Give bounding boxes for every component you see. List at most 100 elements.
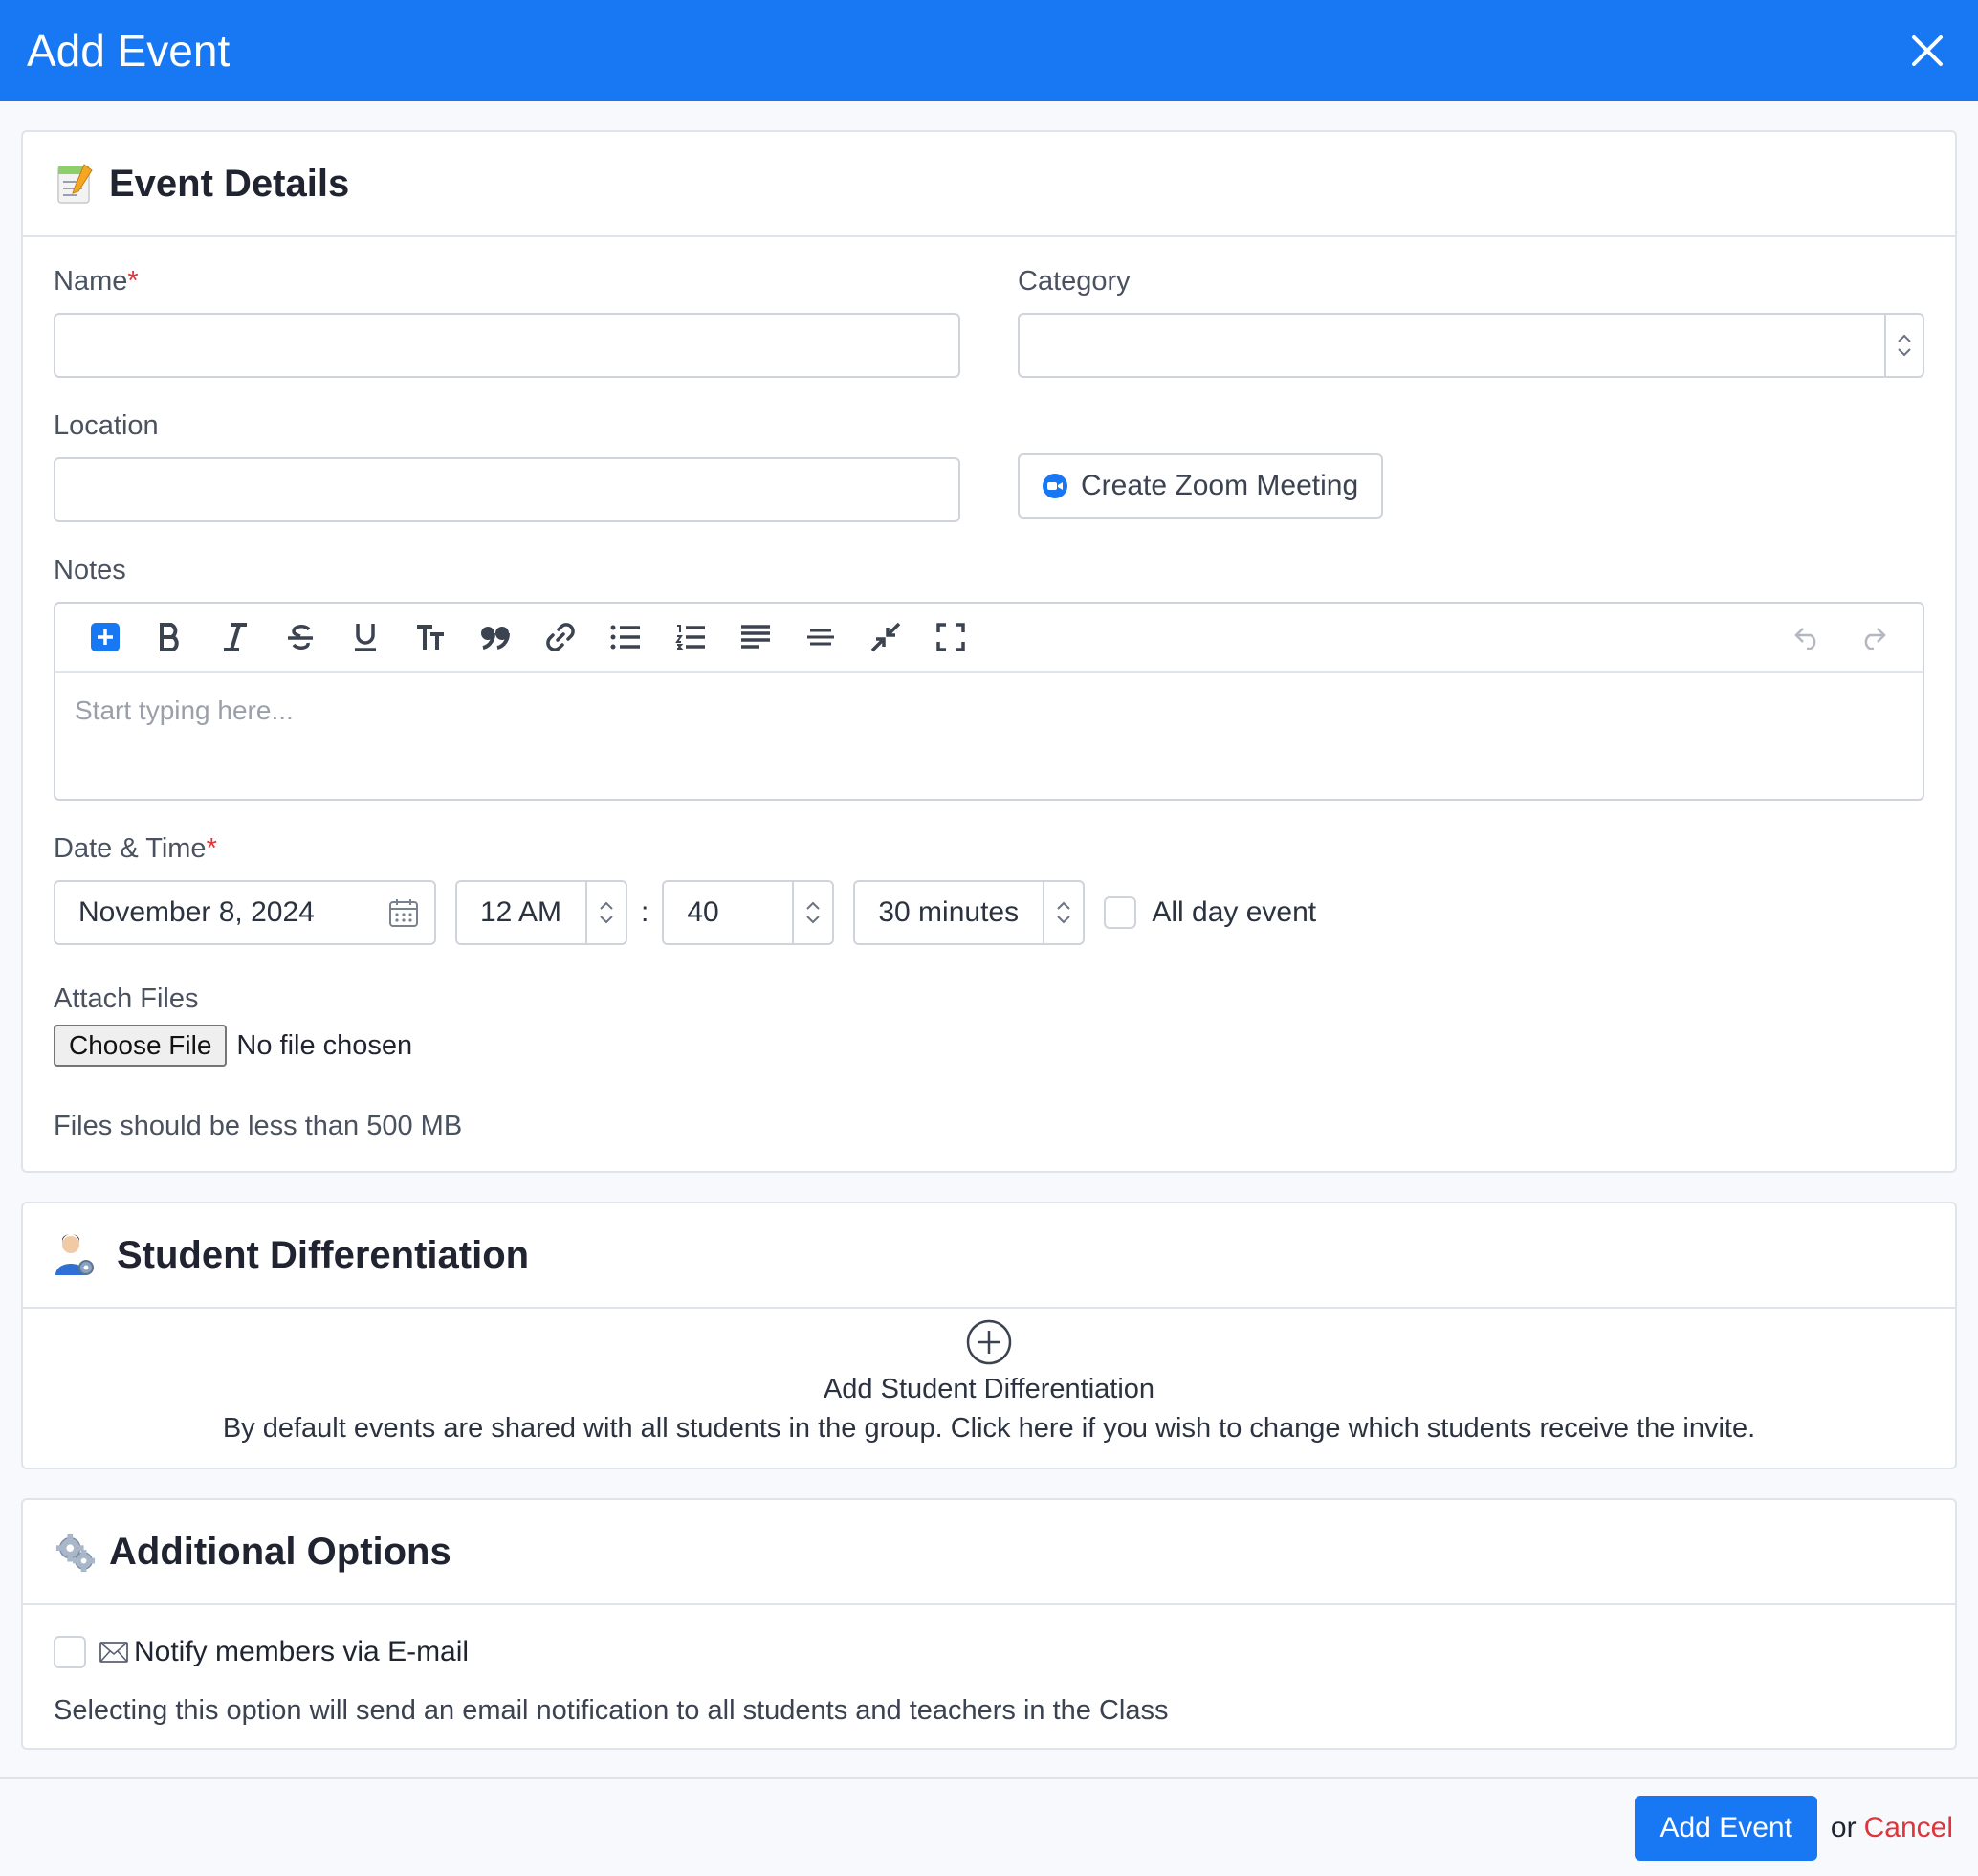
required-mark: *	[206, 833, 217, 864]
align-left-icon	[741, 625, 770, 649]
text-size-button[interactable]	[398, 610, 463, 664]
or-text: or	[1830, 1811, 1857, 1843]
student-differentiation-header: Student Differentiation	[23, 1203, 1955, 1309]
hour-arrows[interactable]	[585, 882, 626, 943]
numbered-list-button[interactable]	[658, 610, 723, 664]
notes-editor: Start typing here...	[54, 602, 1924, 801]
notify-email-option: Notify members via E-mail	[54, 1636, 1924, 1668]
add-student-differentiation-title: Add Student Differentiation	[823, 1374, 1155, 1404]
all-day-option: All day event	[1104, 896, 1316, 929]
all-day-checkbox[interactable]	[1104, 896, 1137, 929]
notify-email-label: Notify members via E-mail	[134, 1636, 470, 1667]
memo-icon	[54, 163, 96, 205]
underline-icon	[355, 624, 376, 651]
zoom-icon	[1043, 474, 1067, 498]
underline-button[interactable]	[333, 610, 398, 664]
redo-button[interactable]	[1840, 610, 1905, 664]
undo-button[interactable]	[1775, 610, 1840, 664]
bold-button[interactable]	[138, 610, 203, 664]
bullet-list-button[interactable]	[593, 610, 658, 664]
chevron-updown-icon	[806, 901, 821, 924]
close-icon	[1912, 35, 1943, 66]
add-event-button[interactable]: Add Event	[1635, 1795, 1817, 1861]
gears-icon	[54, 1531, 96, 1573]
add-student-differentiation[interactable]: Add Student Differentiation By default e…	[23, 1309, 1955, 1468]
chevron-updown-icon	[1057, 901, 1071, 924]
numbered-list-icon	[675, 625, 705, 650]
event-details-header: Event Details	[23, 132, 1955, 237]
duration-arrows[interactable]	[1043, 882, 1083, 943]
collapse-arrows-icon	[870, 622, 901, 652]
strikethrough-button[interactable]	[268, 610, 333, 664]
duration-select[interactable]: 30 minutes	[853, 880, 1086, 945]
notes-editor-area[interactable]: Start typing here...	[55, 673, 1923, 799]
category-select-arrows[interactable]	[1884, 315, 1923, 376]
align-button[interactable]	[723, 610, 788, 664]
modal-title: Add Event	[27, 26, 231, 76]
name-label: Name*	[54, 266, 139, 297]
notify-email-hint: Selecting this option will send an email…	[54, 1695, 1169, 1726]
file-size-hint: Files should be less than 500 MB	[54, 1111, 463, 1141]
datetime-label: Date & Time*	[54, 833, 217, 864]
required-mark: *	[127, 266, 139, 297]
minute-select[interactable]: 40	[662, 880, 835, 945]
add-circle-icon	[966, 1319, 1012, 1365]
location-label: Location	[54, 410, 159, 441]
notify-email-checkbox[interactable]	[54, 1636, 86, 1668]
date-picker[interactable]: November 8, 2024	[54, 880, 436, 945]
horizontal-rule-icon	[807, 629, 834, 646]
duration-value: 30 minutes	[878, 896, 1020, 928]
italic-button[interactable]	[203, 610, 268, 664]
attach-files-label: Attach Files	[54, 983, 199, 1014]
fullscreen-icon	[936, 623, 965, 651]
strikethrough-icon	[288, 625, 313, 650]
minute-value: 40	[687, 896, 719, 928]
redo-icon	[1864, 628, 1886, 650]
create-zoom-meeting-button[interactable]: Create Zoom Meeting	[1018, 453, 1384, 519]
insert-button[interactable]	[73, 610, 138, 664]
file-status: No file chosen	[236, 1029, 413, 1061]
undo-icon	[1794, 628, 1816, 650]
link-icon	[546, 623, 575, 651]
horizontal-rule-button[interactable]	[788, 610, 853, 664]
minute-arrows[interactable]	[792, 882, 832, 943]
modal-header: Add Event	[0, 0, 1978, 101]
file-input: Choose File No file chosen	[54, 1025, 1924, 1067]
modal-body: Event Details Name* Category Location Cr…	[0, 101, 1978, 1750]
modal-footer: Add Event or Cancel	[0, 1777, 1978, 1876]
text-size-icon	[417, 625, 444, 650]
bold-icon	[160, 623, 179, 651]
choose-file-button[interactable]: Choose File	[54, 1025, 228, 1067]
collapse-button[interactable]	[853, 610, 918, 664]
event-details-card: Event Details Name* Category Location Cr…	[21, 130, 1957, 1173]
italic-icon	[224, 623, 247, 651]
date-value: November 8, 2024	[78, 896, 315, 928]
all-day-label: All day event	[1152, 896, 1317, 928]
notes-label: Notes	[54, 555, 126, 585]
student-differentiation-description: By default events are shared with all st…	[222, 1413, 1756, 1444]
editor-toolbar	[55, 604, 1923, 673]
additional-options-title: Additional Options	[109, 1530, 451, 1573]
quote-icon	[481, 627, 510, 650]
link-button[interactable]	[528, 610, 593, 664]
chevron-updown-icon	[600, 901, 613, 924]
chevron-updown-icon	[1898, 334, 1911, 357]
event-details-title: Event Details	[109, 162, 350, 205]
student-settings-icon	[54, 1234, 96, 1276]
plus-square-icon	[91, 623, 120, 651]
category-select[interactable]	[1018, 313, 1924, 378]
envelope-icon	[99, 1642, 128, 1663]
fullscreen-button[interactable]	[918, 610, 983, 664]
additional-options-header: Additional Options	[23, 1500, 1955, 1605]
calendar-icon	[389, 899, 418, 927]
close-button[interactable]	[1903, 27, 1951, 75]
student-differentiation-title: Student Differentiation	[117, 1233, 530, 1276]
hour-value: 12 AM	[480, 896, 562, 928]
quote-button[interactable]	[463, 610, 528, 664]
name-input[interactable]	[54, 313, 960, 378]
hour-select[interactable]: 12 AM	[455, 880, 627, 945]
datetime-row: November 8, 2024 12 AM : 40 30 minutes A…	[54, 880, 1924, 945]
category-label: Category	[1018, 266, 1131, 297]
cancel-link[interactable]: Cancel	[1864, 1812, 1953, 1844]
location-input[interactable]	[54, 457, 960, 522]
